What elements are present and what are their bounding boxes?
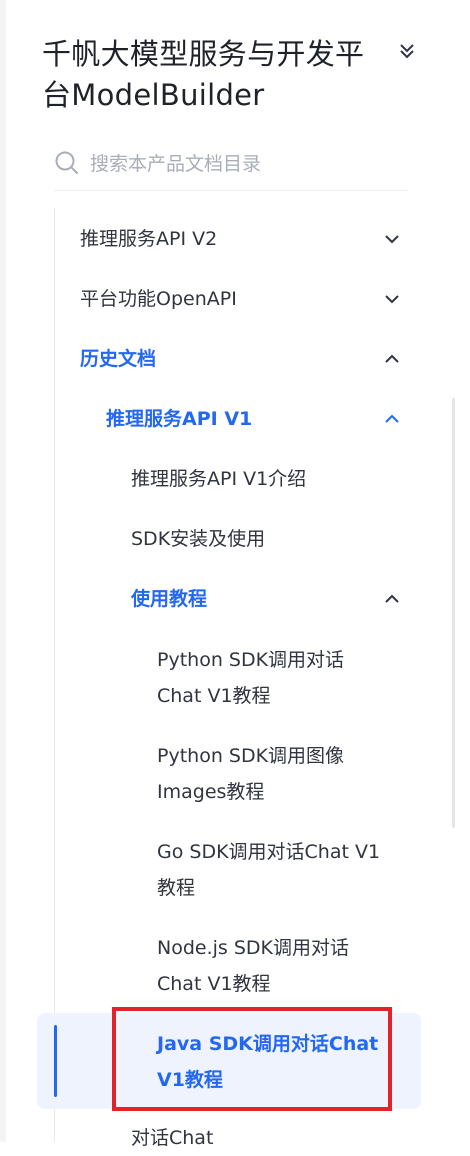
- nav-item-python-images-tutorial[interactable]: Python SDK调用图像Images教程: [157, 738, 387, 810]
- tree-guide-line: [54, 208, 55, 1142]
- chevron-down-icon[interactable]: [381, 288, 403, 310]
- active-item-indicator: [54, 1025, 57, 1097]
- nav-item-history-docs[interactable]: 历史文档: [80, 341, 156, 377]
- search-box: [54, 142, 408, 191]
- chevron-up-icon[interactable]: [381, 348, 403, 370]
- chevron-down-icon[interactable]: [381, 228, 403, 250]
- nav-item-platform-openapi[interactable]: 平台功能OpenAPI: [80, 281, 237, 317]
- chevron-double-down-icon[interactable]: [396, 40, 418, 62]
- nav-item-inference-api-v1-intro[interactable]: 推理服务API V1介绍: [131, 461, 306, 497]
- search-input[interactable]: [88, 146, 392, 182]
- nav-item-java-chat-tutorial[interactable]: Java SDK调用对话Chat V1教程: [157, 1026, 387, 1098]
- nav-item-sdk-install[interactable]: SDK安装及使用: [131, 521, 265, 557]
- nav-item-inference-api-v1[interactable]: 推理服务API V1: [106, 401, 252, 437]
- left-page-edge: [0, 0, 6, 1142]
- nav-item-python-chat-tutorial[interactable]: Python SDK调用对话Chat V1教程: [157, 642, 387, 714]
- scrollbar[interactable]: [452, 398, 455, 828]
- nav-item-inference-api-v2[interactable]: 推理服务API V2: [80, 221, 217, 257]
- product-title: 千帆大模型服务与开发平台ModelBuilder: [42, 37, 365, 112]
- nav-item-chat[interactable]: 对话Chat: [131, 1120, 213, 1156]
- chevron-up-icon[interactable]: [381, 408, 403, 430]
- chevron-up-icon[interactable]: [381, 588, 403, 610]
- nav-item-go-chat-tutorial[interactable]: Go SDK调用对话Chat V1教程: [157, 834, 387, 906]
- nav-item-nodejs-chat-tutorial[interactable]: Node.js SDK调用对话Chat V1教程: [157, 930, 387, 1002]
- nav-item-tutorials[interactable]: 使用教程: [131, 581, 207, 617]
- search-icon: [55, 151, 78, 174]
